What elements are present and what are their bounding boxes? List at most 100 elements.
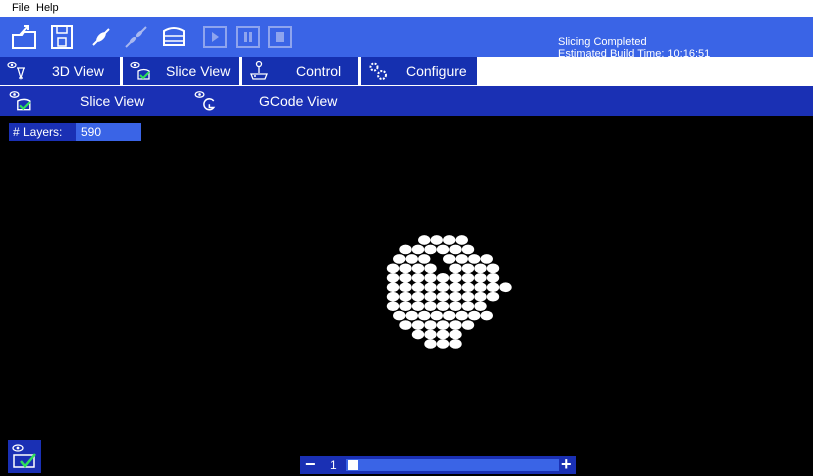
disconnect-icon[interactable] — [122, 23, 150, 51]
slice-dot — [424, 339, 437, 349]
slice-dot — [443, 235, 456, 245]
tab-control[interactable]: Control — [242, 57, 358, 85]
slice-dot — [424, 244, 437, 255]
slice-dot — [480, 310, 493, 321]
slice-view-icon — [12, 444, 36, 468]
slice-dot — [468, 310, 481, 321]
slice-icon[interactable] — [160, 23, 188, 51]
slice-dot — [449, 282, 462, 293]
slice-view-icon — [9, 91, 31, 111]
layers-value: 590 — [76, 123, 141, 141]
pause-icon[interactable] — [234, 23, 262, 51]
slice-dot — [486, 282, 500, 293]
slice-dot — [455, 235, 468, 245]
menu-file[interactable]: File — [12, 2, 30, 14]
tab-3d-view[interactable]: 3D View — [0, 57, 120, 85]
slice-dot — [411, 301, 425, 311]
toolbar: Slicing Completed Estimated Build Time: … — [0, 17, 813, 60]
slice-dot — [430, 235, 443, 245]
slice-dot — [449, 272, 462, 283]
slice-dot — [386, 291, 400, 302]
main-tabs: 3D View Slice View Control Configure — [0, 57, 813, 86]
slice-dot — [474, 301, 487, 311]
slice-dot — [405, 310, 418, 321]
slice-dot — [411, 272, 425, 283]
layer-slider[interactable]: − 1 + — [300, 454, 576, 475]
gcode-view-icon — [194, 91, 216, 111]
layer-slider-thumb[interactable] — [348, 460, 358, 470]
slice-dot — [486, 263, 500, 274]
layer-slider-track[interactable] — [346, 459, 559, 471]
slice-dot — [418, 310, 431, 321]
stop-icon[interactable] — [266, 23, 294, 51]
connect-icon[interactable] — [87, 23, 115, 51]
view-toggle-button[interactable] — [8, 440, 41, 473]
slice-dot — [474, 282, 487, 293]
slice-dot — [399, 272, 412, 283]
slice-dot — [449, 339, 462, 349]
slice-dot — [386, 272, 400, 283]
slice-dot — [399, 320, 412, 330]
slice-dot — [461, 244, 475, 255]
slice-dot — [393, 254, 406, 264]
slice-dot — [449, 320, 462, 330]
layers-count: # Layers: 590 — [9, 123, 141, 141]
slice-dot — [418, 254, 431, 264]
slice-dot — [468, 254, 481, 264]
view-subtabs: Slice View GCode View — [0, 86, 813, 116]
slice-dot — [430, 310, 443, 321]
slice-dot — [461, 291, 475, 302]
slice-dot — [449, 263, 462, 274]
slice-dot — [393, 310, 406, 321]
tab-configure[interactable]: Configure — [361, 57, 477, 85]
slice-dot — [449, 329, 462, 340]
slice-dot — [411, 329, 425, 340]
slice-dot — [436, 272, 450, 283]
slice-dot — [449, 301, 462, 311]
menu-help[interactable]: Help — [36, 2, 59, 14]
tab-slice-view[interactable]: Slice View — [123, 57, 239, 85]
tab-configure-label: Configure — [406, 63, 467, 79]
slice-dot — [411, 320, 425, 330]
slice-dot — [399, 263, 412, 274]
slice-dot — [411, 263, 425, 274]
gears-icon — [369, 62, 387, 80]
subtab-slice-view-label: Slice View — [80, 93, 145, 109]
joystick-icon — [250, 60, 268, 80]
slice-dot — [461, 301, 475, 311]
slice-dot — [436, 320, 450, 330]
slice-dot — [443, 254, 456, 264]
layer-increment-button[interactable]: + — [561, 454, 572, 475]
slice-dot — [386, 263, 400, 274]
slice-dot — [411, 244, 425, 255]
layers-label: # Layers: — [13, 125, 63, 139]
slice-dot — [461, 320, 475, 330]
menu-bar: File Help — [0, 0, 813, 17]
slice-view-icon — [130, 61, 150, 80]
slice-dot — [436, 301, 450, 311]
slice-dot — [436, 282, 450, 293]
slice-dot — [455, 310, 468, 321]
slice-dot — [405, 254, 418, 264]
tab-3d-view-label: 3D View — [52, 63, 104, 79]
open-file-icon[interactable] — [10, 23, 38, 51]
slice-dot — [424, 291, 437, 302]
slice-dot — [461, 263, 475, 274]
slice-preview-canvas[interactable] — [0, 116, 813, 476]
view-3d-icon — [7, 61, 25, 81]
slice-dot — [424, 329, 437, 340]
status-line-1: Slicing Completed — [558, 36, 647, 48]
slice-dot — [461, 272, 475, 283]
slice-dot — [449, 244, 462, 255]
save-icon[interactable] — [48, 23, 76, 51]
layer-slider-value: 1 — [330, 458, 337, 472]
slice-dot — [474, 291, 487, 302]
subtab-gcode-view-label: GCode View — [259, 93, 338, 109]
slice-dot — [436, 339, 450, 349]
tab-slice-view-label: Slice View — [166, 63, 231, 79]
tab-control-label: Control — [296, 63, 342, 79]
layer-decrement-button[interactable]: − — [305, 454, 316, 475]
play-icon[interactable] — [201, 23, 229, 51]
slice-dot — [486, 291, 500, 302]
slice-dot — [486, 272, 500, 283]
